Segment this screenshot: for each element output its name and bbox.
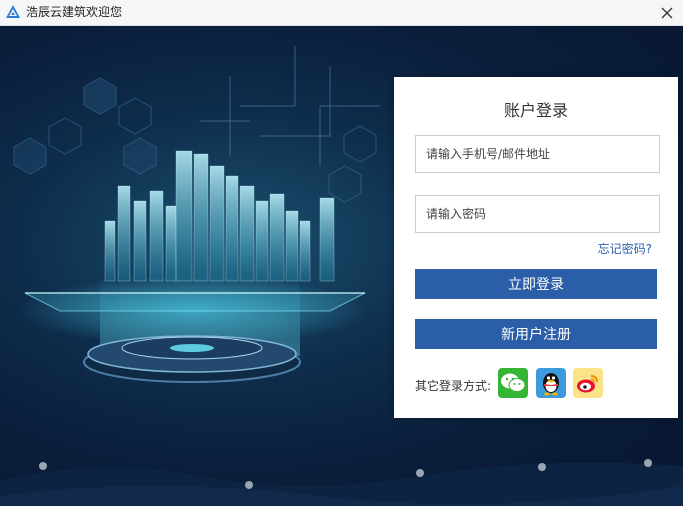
weibo-login-button[interactable] xyxy=(573,368,603,398)
login-panel: 账户登录 忘记密码? 立即登录 新用户注册 其它登录方式: xyxy=(394,77,678,418)
weibo-icon xyxy=(577,375,598,393)
account-field[interactable] xyxy=(415,135,660,173)
close-icon xyxy=(661,7,673,18)
triangle-logo-icon xyxy=(6,5,20,18)
login-title: 账户登录 xyxy=(503,101,568,120)
window-title: 浩辰云建筑欢迎您 xyxy=(26,5,123,19)
account-input[interactable] xyxy=(416,136,659,172)
title-bar: 浩辰云建筑欢迎您 xyxy=(0,0,683,26)
password-input[interactable] xyxy=(416,196,659,232)
wechat-login-button[interactable] xyxy=(498,368,528,398)
register-button[interactable]: 新用户注册 xyxy=(415,319,657,349)
other-login-label: 其它登录方式: xyxy=(415,379,492,393)
wechat-icon xyxy=(501,373,526,392)
background-stage: 账户登录 忘记密码? 立即登录 新用户注册 其它登录方式: xyxy=(0,26,683,506)
qq-login-button[interactable] xyxy=(536,368,566,398)
login-button[interactable]: 立即登录 xyxy=(415,269,657,299)
password-field[interactable] xyxy=(415,195,660,233)
close-button[interactable] xyxy=(653,0,681,25)
qq-penguin-icon xyxy=(543,373,559,396)
forgot-password-link[interactable]: 忘记密码? xyxy=(598,240,652,257)
